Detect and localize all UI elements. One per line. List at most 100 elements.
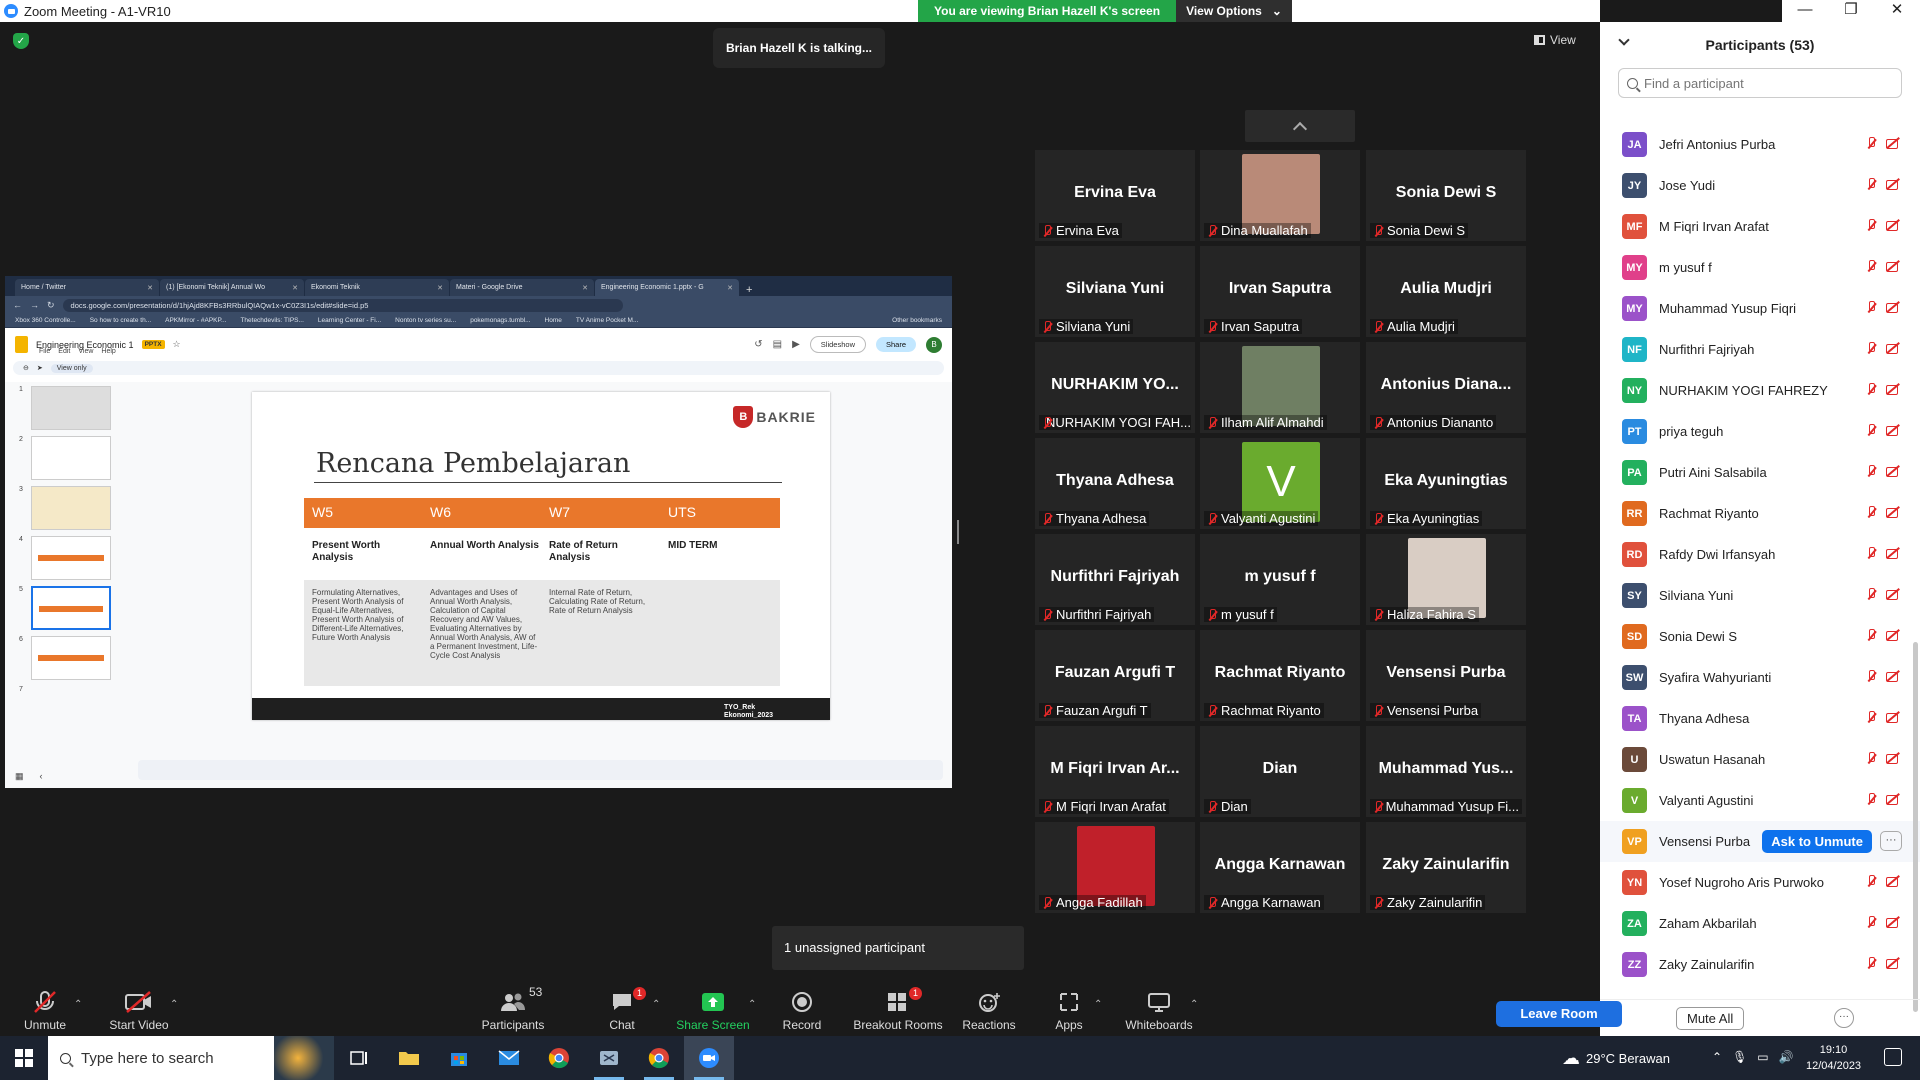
close-tab-icon[interactable]: ✕	[437, 284, 443, 292]
video-tile[interactable]: m yusuf f m yusuf f	[1200, 534, 1360, 625]
share-screen-button[interactable]: Share Screen	[668, 985, 758, 1036]
close-tab-icon[interactable]: ✕	[292, 284, 298, 292]
browser-tab[interactable]: Home / Twitter ✕	[15, 279, 159, 296]
bookmark-item[interactable]: TV Anime Pocket M...	[576, 317, 639, 324]
grid-view-icon[interactable]: ▦	[15, 771, 24, 782]
participant-row[interactable]: ZZ Zaky Zainularifin	[1600, 944, 1920, 985]
more-options-button[interactable]: ···	[1834, 1008, 1854, 1028]
participant-row[interactable]: MY m yusuf f	[1600, 247, 1920, 288]
resize-handle[interactable]	[957, 520, 959, 544]
unmute-button[interactable]: Unmute	[0, 985, 90, 1036]
bookmark-item[interactable]: Nonton tv series su...	[395, 317, 456, 324]
notification-icon[interactable]	[1884, 1048, 1902, 1066]
video-tile[interactable]: Sonia Dewi S Sonia Dewi S	[1366, 150, 1526, 241]
forward-icon[interactable]: →	[30, 300, 39, 310]
video-tile[interactable]: Fauzan Argufi T Fauzan Argufi T	[1035, 630, 1195, 721]
participant-row[interactable]: RR Rachmat Riyanto	[1600, 493, 1920, 534]
close-button[interactable]: ✕	[1874, 0, 1920, 22]
video-tile[interactable]: Antonius Diana... Antonius Dianantо	[1366, 342, 1526, 433]
participant-row[interactable]: RD Rafdy Dwi Irfansyah	[1600, 534, 1920, 575]
video-tile[interactable]: Ervina Eva Ervina Eva	[1035, 150, 1195, 241]
new-tab-icon[interactable]: +	[746, 284, 752, 296]
chrome-active-icon[interactable]	[634, 1036, 684, 1080]
start-button[interactable]	[0, 1036, 48, 1080]
video-tile[interactable]: Eka Ayuningtias Eka Ayuningtias	[1366, 438, 1526, 529]
participant-row[interactable]: NF Nurfithri Fajriyah	[1600, 329, 1920, 370]
video-tile[interactable]: Nurfithri Fajriyah Nurfithri Fajriyah	[1035, 534, 1195, 625]
bookmark-item[interactable]: Thetechdevils: TIPS...	[240, 317, 303, 324]
participant-row[interactable]: PA Putri Aini Salsabila	[1600, 452, 1920, 493]
participant-search-input[interactable]	[1644, 75, 1884, 91]
address-input[interactable]: docs.google.com/presentation/d/1hjAjd8KF…	[62, 298, 623, 312]
view-options-button[interactable]: View Options ⌄	[1176, 0, 1292, 22]
history-icon[interactable]: ↺	[754, 339, 762, 350]
slide-thumbnail-selected[interactable]	[31, 586, 111, 630]
video-tile[interactable]: Irvan Saputra Irvan Saputra	[1200, 246, 1360, 337]
video-tile[interactable]: Angga Fadillah	[1035, 822, 1195, 913]
video-tile[interactable]: Rachmat Riyanto Rachmat Riyanto	[1200, 630, 1360, 721]
menu-file[interactable]: File	[39, 348, 50, 355]
ask-to-unmute-button[interactable]: Ask to Unmute	[1762, 830, 1872, 853]
reload-icon[interactable]: ↻	[47, 300, 55, 311]
participant-row[interactable]: SD Sonia Dewi S	[1600, 616, 1920, 657]
volume-icon[interactable]: 🔊	[1779, 1050, 1794, 1064]
meet-icon[interactable]: ▶	[792, 339, 800, 350]
bookmark-item[interactable]: APKMirror - #APKP...	[165, 317, 226, 324]
video-tile[interactable]: Silviana Yuni Silviana Yuni	[1035, 246, 1195, 337]
whiteboard-options-caret-icon[interactable]: ⌃	[1190, 999, 1198, 1010]
minimize-button[interactable]: —	[1782, 0, 1828, 22]
collapse-chevron-icon[interactable]	[1618, 34, 1630, 46]
slide-thumbnail[interactable]	[31, 436, 111, 480]
bookmark-item[interactable]: Xbox 360 Controlle...	[15, 317, 76, 324]
slide-thumbnail[interactable]	[31, 486, 111, 530]
close-tab-icon[interactable]: ✕	[727, 284, 733, 292]
browser-tab[interactable]: (1) [Ekonomi Teknik] Annual Wo ✕	[160, 279, 304, 296]
bookmark-item[interactable]: pokemonags.tumbl...	[470, 317, 530, 324]
video-tile[interactable]: V Valyanti Agustini	[1200, 438, 1360, 529]
collapse-icon[interactable]: ‹	[40, 771, 43, 782]
video-tile[interactable]: Dina Muallafah	[1200, 150, 1360, 241]
browser-tab-active[interactable]: Engineering Economic 1.pptx - G ✕	[595, 279, 739, 296]
browser-tab[interactable]: Materi - Google Drive ✕	[450, 279, 594, 296]
menu-help[interactable]: Help	[101, 348, 115, 355]
participant-row[interactable]: SY Silviana Yuni	[1600, 575, 1920, 616]
participant-row[interactable]: SW Syafira Wahyurianti	[1600, 657, 1920, 698]
bookmark-item[interactable]: Home	[545, 317, 562, 324]
share-button[interactable]: Share	[875, 337, 916, 352]
video-tile[interactable]: Ilham Alif Almahdi	[1200, 342, 1360, 433]
video-tile[interactable]: NURHAKIM YO... NURHAKIM YOGI FAH...	[1035, 342, 1195, 433]
video-tile[interactable]: Vensensi Purba Vensensi Purba	[1366, 630, 1526, 721]
browser-tab[interactable]: Ekonomi Teknik ✕	[305, 279, 449, 296]
network-icon[interactable]: ▭	[1757, 1050, 1768, 1064]
video-tile[interactable]: Zaky Zainularifin Zaky Zainularifin	[1366, 822, 1526, 913]
participant-row[interactable]: JA Jefri Antonius Purba	[1600, 124, 1920, 165]
audio-options-caret-icon[interactable]: ⌃	[74, 999, 82, 1010]
breakout-rooms-button[interactable]: 1 Breakout Rooms	[853, 985, 943, 1036]
view-button[interactable]: View	[1534, 33, 1576, 47]
participant-row[interactable]: MY Muhammad Yusup Fiqri	[1600, 288, 1920, 329]
menu-view[interactable]: View	[78, 348, 93, 355]
slide-thumbnail[interactable]	[31, 636, 111, 680]
other-bookmarks[interactable]: Other bookmarks	[892, 317, 942, 324]
participant-more-button[interactable]: ···	[1880, 831, 1902, 851]
panel-scrollbar[interactable]	[1913, 642, 1918, 1012]
chat-button[interactable]: 1 Chat	[577, 985, 667, 1036]
scroll-up-button[interactable]	[1245, 110, 1355, 142]
video-tile[interactable]: M Fiqri Irvan Ar... M Fiqri Irvan Arafat	[1035, 726, 1195, 817]
chrome-icon[interactable]	[534, 1036, 584, 1080]
speaker-notes[interactable]	[138, 760, 943, 780]
apps-options-caret-icon[interactable]: ⌃	[1094, 999, 1102, 1010]
tray-expand-icon[interactable]: ⌃	[1712, 1050, 1722, 1064]
back-icon[interactable]: ←	[13, 300, 22, 310]
video-tile[interactable]: Aulia Mudjri Aulia Mudjri	[1366, 246, 1526, 337]
participant-row[interactable]: NY NURHAKIM YOGI FAHREZY	[1600, 370, 1920, 411]
system-clock[interactable]: 19:10 12/04/2023	[1806, 1042, 1861, 1074]
participant-row[interactable]: TA Thyana Adhesa	[1600, 698, 1920, 739]
participant-row[interactable]: ZA Zaham Akbarilah	[1600, 903, 1920, 944]
slide-thumbnail[interactable]	[31, 536, 111, 580]
mail-icon[interactable]	[484, 1036, 534, 1080]
mute-all-button[interactable]: Mute All	[1676, 1007, 1745, 1030]
participant-row[interactable]: MF M Fiqri Irvan Arafat	[1600, 206, 1920, 247]
leave-room-button[interactable]: Leave Room	[1496, 1001, 1622, 1027]
bookmark-item[interactable]: So how to create th...	[90, 317, 151, 324]
